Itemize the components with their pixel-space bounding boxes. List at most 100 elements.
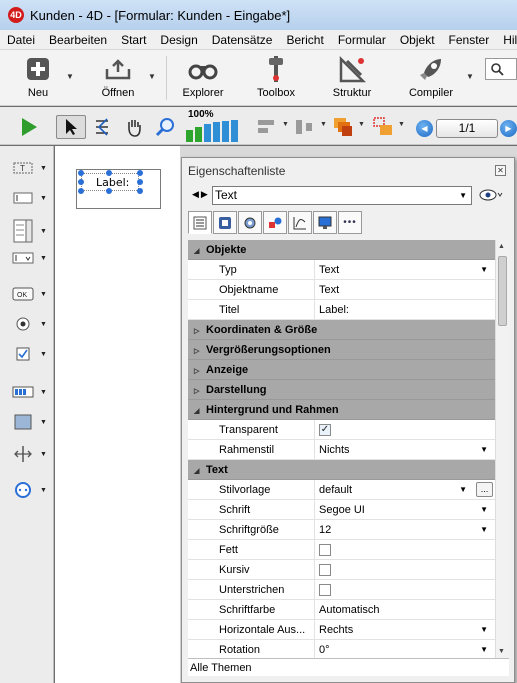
- underline-checkbox[interactable]: [319, 584, 331, 596]
- form-area[interactable]: Label:: [55, 146, 180, 683]
- style-sheet-select[interactable]: default ▼...: [314, 480, 495, 500]
- close-panel-button[interactable]: ✕: [495, 165, 506, 176]
- dropdown-arrow-icon[interactable]: ▼: [40, 389, 47, 396]
- bold-checkbox[interactable]: [319, 544, 331, 556]
- font-select[interactable]: Segoe UI ▼: [314, 500, 495, 520]
- zoom-slider[interactable]: [186, 119, 246, 143]
- italic-checkbox[interactable]: [319, 564, 331, 576]
- run-form-button[interactable]: [16, 115, 42, 139]
- menu-objekt[interactable]: Objekt: [393, 30, 442, 50]
- resize-handle[interactable]: [137, 188, 143, 194]
- tab-chart[interactable]: [288, 211, 312, 234]
- resize-handle[interactable]: [106, 188, 112, 194]
- distribute-button[interactable]: [292, 115, 318, 139]
- dropdown-arrow-icon[interactable]: ▼: [40, 195, 47, 202]
- resize-handle[interactable]: [78, 188, 84, 194]
- page-indicator[interactable]: 1/1: [436, 119, 498, 138]
- open-dropdown-icon[interactable]: ▼: [148, 72, 156, 81]
- open-button[interactable]: Öffnen: [92, 52, 144, 100]
- resize-handle[interactable]: [78, 170, 84, 176]
- palette-indicator-tool[interactable]: ▼: [12, 382, 50, 402]
- alignment-button[interactable]: [254, 115, 280, 139]
- menu-datensaetze[interactable]: Datensätze: [205, 30, 280, 50]
- search-field[interactable]: [485, 58, 517, 80]
- dropdown-arrow-icon[interactable]: ▼: [40, 255, 47, 262]
- compiler-button[interactable]: Compiler: [404, 52, 458, 100]
- toolbox-button[interactable]: Toolbox: [250, 52, 302, 100]
- title-field[interactable]: Label:: [314, 300, 495, 320]
- dropdown-arrow-icon[interactable]: ▼: [40, 321, 47, 328]
- palette-button-tool[interactable]: OK ▼: [12, 284, 50, 304]
- section-koordinaten[interactable]: ▷ Koordinaten & Größe: [188, 320, 495, 340]
- level-button[interactable]: [330, 115, 356, 139]
- resize-handle[interactable]: [137, 179, 143, 185]
- border-style-select[interactable]: Nichts ▼: [314, 440, 495, 460]
- structure-button[interactable]: Struktur: [326, 52, 378, 100]
- palette-checkbox-tool[interactable]: ▼: [12, 344, 50, 364]
- menu-datei[interactable]: Datei: [0, 30, 42, 50]
- compiler-dropdown-icon[interactable]: ▼: [466, 72, 474, 81]
- dropdown-arrow-icon[interactable]: ▼: [40, 487, 47, 494]
- menu-design[interactable]: Design: [153, 30, 204, 50]
- tab-objects[interactable]: [213, 211, 237, 234]
- theme-footer[interactable]: Alle Themen: [188, 658, 509, 676]
- next-page-button[interactable]: ▶: [500, 120, 517, 137]
- tab-more[interactable]: •••: [338, 211, 362, 234]
- dropdown-arrow-icon[interactable]: ▼: [40, 291, 47, 298]
- zoom-tool-button[interactable]: [152, 115, 178, 139]
- menu-bericht[interactable]: Bericht: [279, 30, 330, 50]
- object-nav-arrows[interactable]: ◀▶: [192, 189, 210, 200]
- resize-handle[interactable]: [106, 170, 112, 176]
- dropdown-arrow-icon[interactable]: ▼: [40, 351, 47, 358]
- object-name-field[interactable]: Text: [314, 280, 495, 300]
- menu-bearbeiten[interactable]: Bearbeiten: [42, 30, 114, 50]
- transparent-checkbox[interactable]: ✓: [319, 424, 331, 436]
- new-button[interactable]: Neu: [16, 52, 60, 100]
- explorer-button[interactable]: Explorer: [176, 52, 230, 100]
- palette-radio-tool[interactable]: ▼: [12, 314, 50, 334]
- resize-handle[interactable]: [137, 170, 143, 176]
- palette-splitter-tool[interactable]: ▼: [12, 444, 50, 464]
- new-dropdown-icon[interactable]: ▼: [66, 72, 74, 81]
- section-anzeige[interactable]: ▷ Anzeige: [188, 360, 495, 380]
- select-tool-button[interactable]: [56, 115, 86, 139]
- menu-hilfe[interactable]: Hilfe: [496, 30, 517, 50]
- tab-order-button[interactable]: [91, 115, 115, 139]
- menu-start[interactable]: Start: [114, 30, 153, 50]
- scroll-down-icon[interactable]: ▼: [498, 648, 505, 655]
- section-darstellung[interactable]: ▷ Darstellung: [188, 380, 495, 400]
- resize-handle[interactable]: [78, 179, 84, 185]
- distribute-dropdown-icon[interactable]: ▼: [320, 121, 327, 128]
- object-selector[interactable]: Text ▼: [212, 186, 472, 205]
- scroll-up-icon[interactable]: ▲: [498, 243, 505, 250]
- palette-field-tool[interactable]: ▼: [12, 188, 50, 208]
- hand-tool-button[interactable]: [122, 115, 146, 139]
- palette-list-tool[interactable]: ▼: [12, 218, 50, 244]
- section-objekte[interactable]: ◢ Objekte: [188, 240, 495, 260]
- section-vergroesserung[interactable]: ▷ Vergrößerungsoptionen: [188, 340, 495, 360]
- menu-fenster[interactable]: Fenster: [442, 30, 497, 50]
- section-hintergrund[interactable]: ◢ Hintergrund und Rahmen: [188, 400, 495, 420]
- dropdown-arrow-icon[interactable]: ▼: [40, 451, 47, 458]
- dropdown-arrow-icon[interactable]: ▼: [40, 228, 47, 235]
- palette-combo-tool[interactable]: ▼: [12, 248, 50, 268]
- font-size-select[interactable]: 12 ▼: [314, 520, 495, 540]
- dropdown-arrow-icon[interactable]: ▼: [40, 419, 47, 426]
- section-text[interactable]: ◢ Text: [188, 460, 495, 480]
- rotation-select[interactable]: 0° ▼: [314, 640, 495, 658]
- style-sheet-browse-button[interactable]: ...: [476, 482, 493, 497]
- palette-text-tool[interactable]: T ▼: [12, 158, 50, 178]
- font-color-field[interactable]: Automatisch: [314, 600, 495, 620]
- tab-display[interactable]: [263, 211, 287, 234]
- property-scrollbar[interactable]: ▲ ▼: [495, 240, 509, 658]
- label-text-object[interactable]: Label:: [76, 169, 161, 209]
- group-dropdown-icon[interactable]: ▼: [398, 121, 405, 128]
- horizontal-alignment-select[interactable]: Rechts ▼: [314, 620, 495, 640]
- previous-page-button[interactable]: ◀: [416, 120, 433, 137]
- type-select[interactable]: Text ▼: [314, 260, 495, 280]
- palette-rectangle-tool[interactable]: ▼: [12, 412, 50, 432]
- alignment-dropdown-icon[interactable]: ▼: [282, 121, 289, 128]
- tab-monitor[interactable]: [313, 211, 337, 234]
- visibility-menu-button[interactable]: [479, 188, 503, 204]
- tab-all-properties[interactable]: [188, 211, 212, 234]
